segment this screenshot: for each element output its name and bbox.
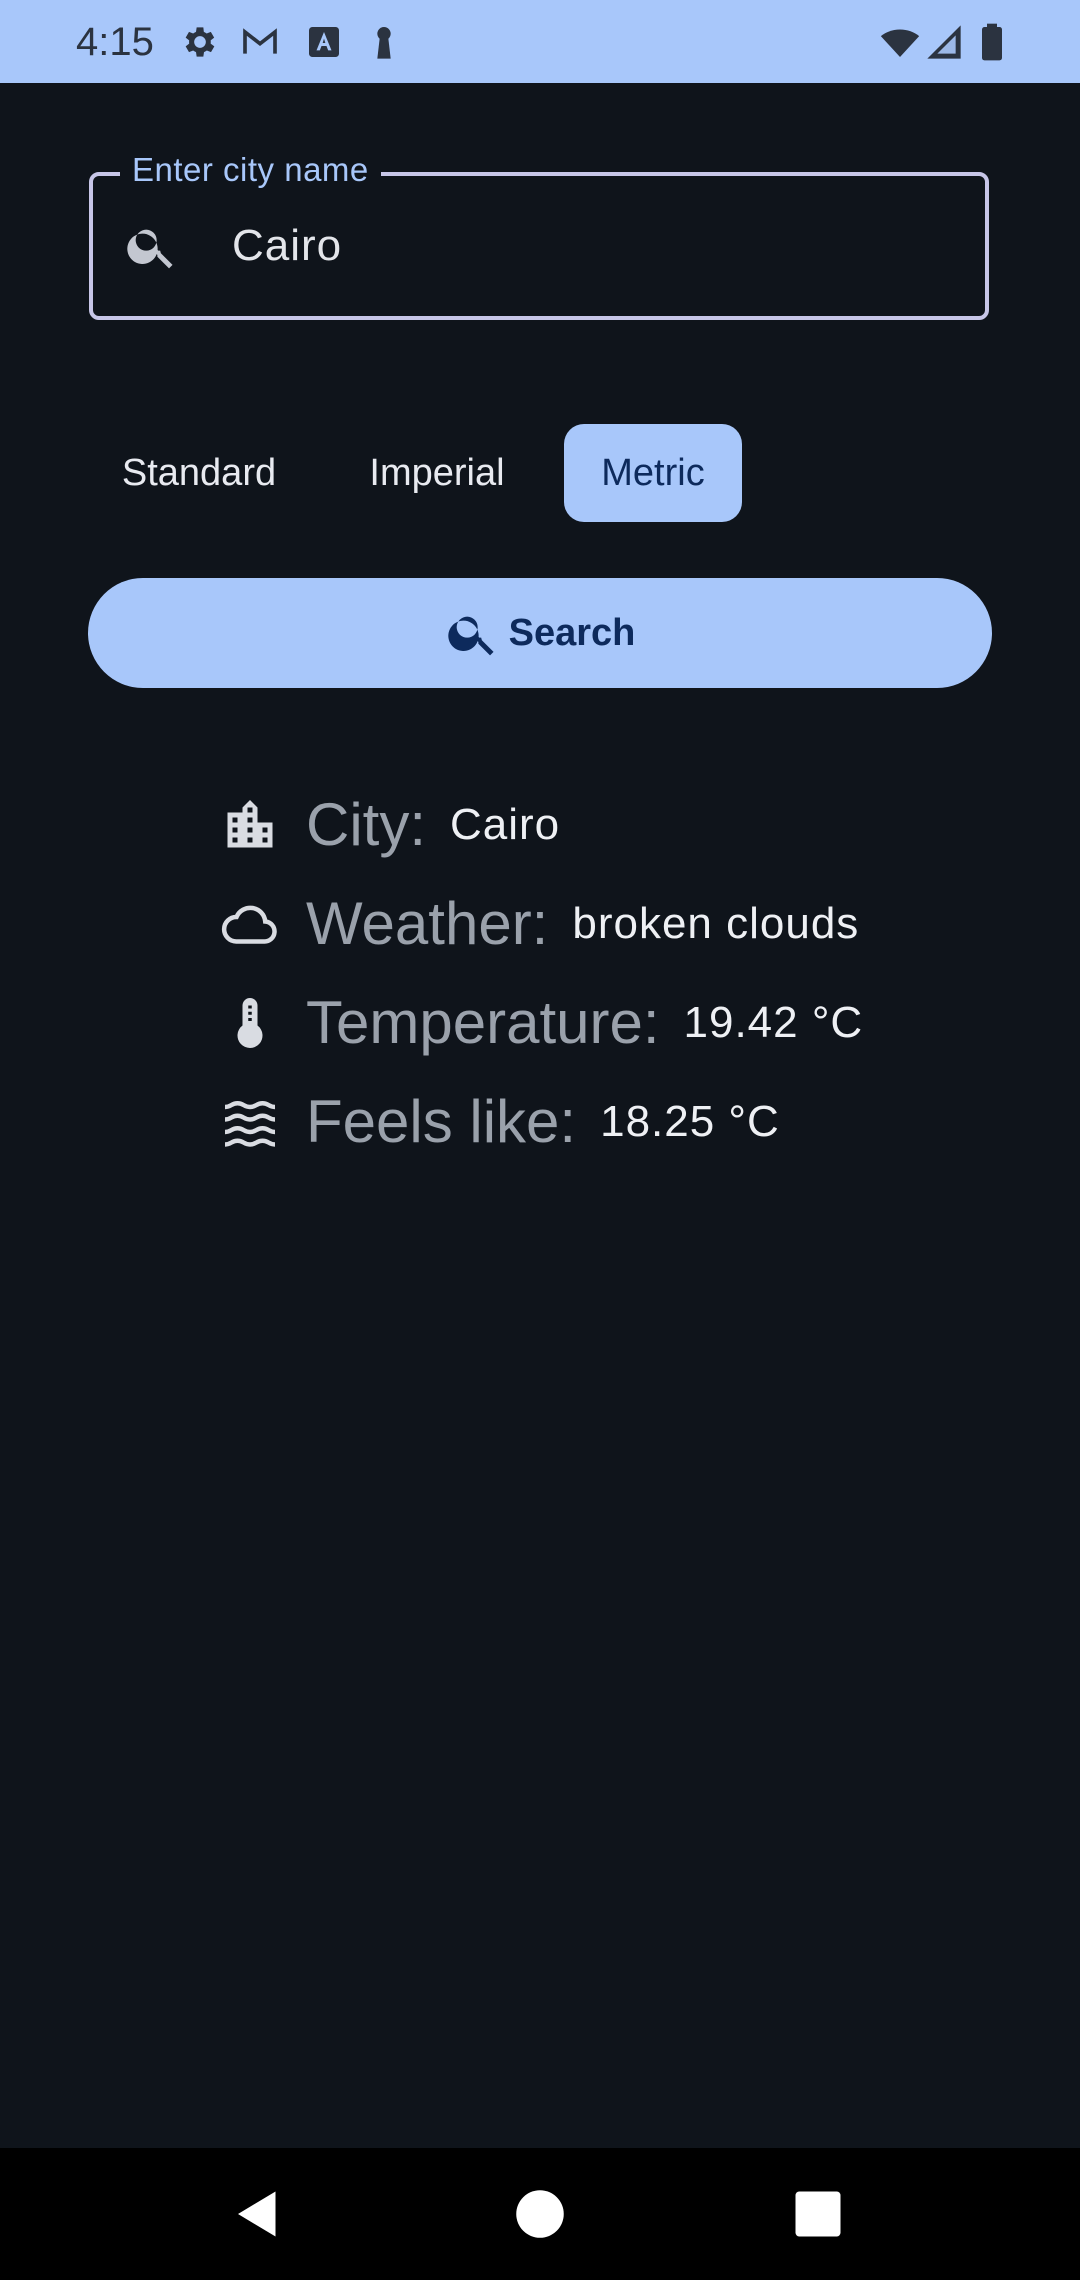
city-label: City: [306,791,426,858]
weather-label: Weather: [306,890,549,957]
navigation-bar [0,2148,1080,2280]
search-icon [445,605,501,661]
font-a-icon [304,22,344,62]
thermometer-icon [214,987,286,1059]
home-icon[interactable] [510,2184,570,2244]
back-icon[interactable] [228,2184,288,2244]
temperature-value: 19.42 °C [683,998,864,1047]
unit-standard-chip[interactable]: Standard [96,424,302,522]
result-row-temperature: Temperature: 19.42 °C [214,983,863,1063]
city-field-label: Enter city name [120,148,381,192]
weather-value: broken clouds [572,899,860,948]
screen: 4:15 Enter city name Standard Imperial M… [0,0,1080,2280]
city-input[interactable] [232,210,952,282]
status-time: 4:15 [76,20,154,64]
waves-icon [214,1086,286,1158]
keyhole-icon [364,22,404,62]
unit-metric-chip[interactable]: Metric [564,424,742,522]
gear-icon [180,22,220,62]
search-button-label: Search [508,611,636,654]
feels-like-value: 18.25 °C [600,1097,780,1146]
signal-icon [924,22,964,62]
battery-icon [972,22,1012,62]
recents-icon[interactable] [788,2184,848,2244]
gmail-icon [240,22,280,62]
search-icon [124,218,180,274]
result-row-city: City: Cairo [214,785,560,865]
result-row-feels-like: Feels like: 18.25 °C [214,1082,780,1162]
feels-like-label: Feels like: [306,1088,577,1155]
result-row-weather: Weather: broken clouds [214,884,859,964]
cloud-icon [214,888,286,960]
status-bar: 4:15 [0,0,1080,83]
search-button[interactable]: Search [88,578,992,688]
wifi-icon [880,22,920,62]
unit-imperial-chip[interactable]: Imperial [344,424,530,522]
city-value: Cairo [450,800,561,849]
building-icon [214,789,286,861]
temperature-label: Temperature: [306,989,660,1056]
